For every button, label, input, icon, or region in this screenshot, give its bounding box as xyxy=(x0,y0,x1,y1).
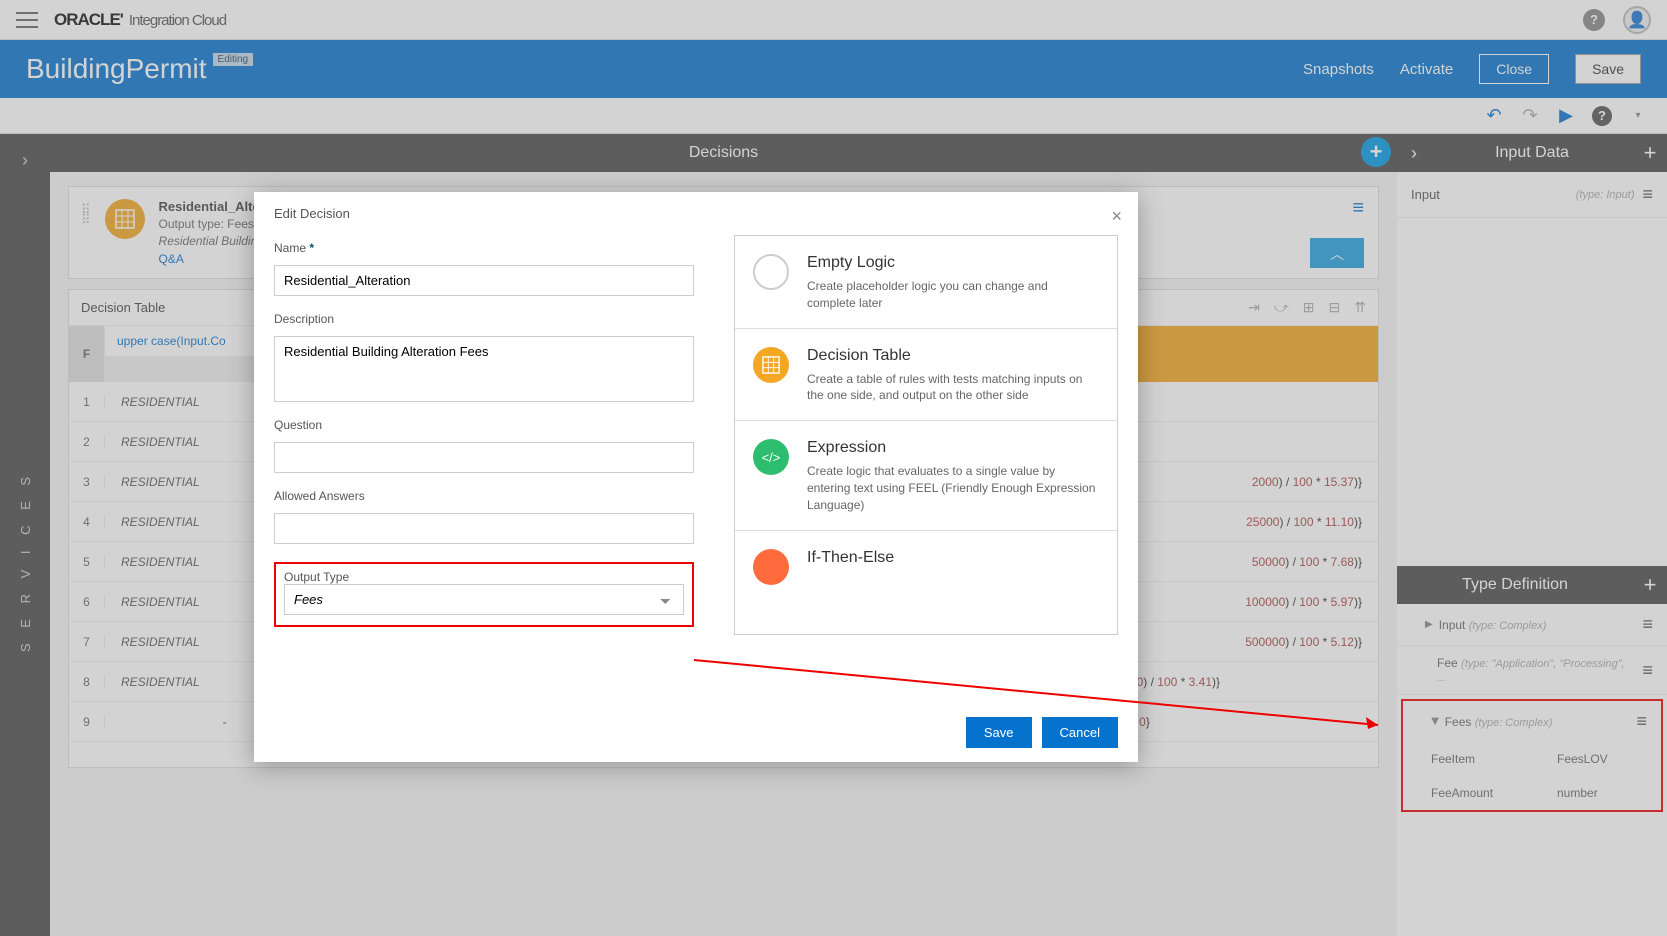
question-input[interactable] xyxy=(274,442,694,473)
modal-cancel-button[interactable]: Cancel xyxy=(1042,717,1118,748)
top-bar: ORACLE'Integration Cloud ? 👤 xyxy=(0,0,1667,40)
description-input[interactable]: Residential Building Alteration Fees xyxy=(274,336,694,402)
caret-down-icon: ▶ xyxy=(1429,718,1440,726)
help2-icon[interactable]: ? xyxy=(1591,105,1613,127)
tb-icon-5[interactable]: ⇈ xyxy=(1354,299,1366,316)
tb-icon-2[interactable]: ⤻ xyxy=(1274,299,1289,316)
avatar[interactable]: 👤 xyxy=(1623,6,1651,34)
row-menu-icon[interactable]: ≡ xyxy=(1636,711,1647,732)
ite-logic-icon xyxy=(753,549,789,585)
fees-type-highlight: ▶ Fees (type: Complex) ≡ FeeItemFeesLOV … xyxy=(1401,699,1663,812)
type-fees-row[interactable]: ▶ Fees (type: Complex) ≡ xyxy=(1403,701,1661,742)
logic-if-then-else[interactable]: If-Then-Else xyxy=(735,531,1117,601)
add-decision-icon[interactable]: + xyxy=(1361,137,1391,167)
toolbar-caret-icon[interactable]: ▾ xyxy=(1627,105,1649,127)
output-type-highlight: Output Type Fees xyxy=(274,562,694,627)
input-row[interactable]: Input (type: Input) ≡ xyxy=(1397,172,1667,218)
save-button[interactable]: Save xyxy=(1575,54,1641,84)
qa-link[interactable]: Q&A xyxy=(159,252,184,266)
logic-type-list[interactable]: Empty LogicCreate placeholder logic you … xyxy=(734,235,1118,635)
right-panel: › Input Data + Input (type: Input) ≡ Typ… xyxy=(1397,134,1667,936)
close-icon[interactable]: × xyxy=(1111,206,1122,227)
type-input-row[interactable]: ▶ Input (type: Complex) ≡ xyxy=(1397,604,1667,646)
snapshots-link[interactable]: Snapshots xyxy=(1303,61,1374,78)
caret-right-icon: ▶ xyxy=(1425,619,1433,630)
rail-expand-icon[interactable]: › xyxy=(22,134,28,187)
input-data-header: › Input Data + xyxy=(1397,134,1667,172)
expression-logic-icon: </> xyxy=(753,439,789,475)
modal-title: Edit Decision xyxy=(254,192,1138,235)
logic-expression[interactable]: </> ExpressionCreate logic that evaluate… xyxy=(735,421,1117,530)
undo-icon[interactable]: ↶ xyxy=(1483,105,1505,127)
toolbar: ↶ ↷ ▶ ? ▾ xyxy=(0,98,1667,134)
rail-label: S E R V I C E S xyxy=(18,187,33,936)
decision-table-icon xyxy=(105,199,145,239)
tb-icon-3[interactable]: ⊞ xyxy=(1303,299,1315,316)
table-toolbar: ⇥ ⤻ ⊞ ⊟ ⇈ xyxy=(1248,299,1366,316)
hamburger-icon[interactable] xyxy=(16,12,38,28)
tb-icon-1[interactable]: ⇥ xyxy=(1248,299,1260,316)
add-type-icon[interactable]: + xyxy=(1633,572,1667,598)
allowed-answers-input[interactable] xyxy=(274,513,694,544)
allowed-answers-label: Allowed Answers xyxy=(274,489,694,503)
decision-menu-icon[interactable]: ≡ xyxy=(1352,197,1364,220)
type-def-header: Type Definition + xyxy=(1397,566,1667,604)
close-button[interactable]: Close xyxy=(1479,54,1549,84)
name-label: Name * xyxy=(274,241,694,255)
output-type-select[interactable]: Fees xyxy=(284,584,684,615)
editing-badge: Editing xyxy=(213,53,254,66)
activate-link[interactable]: Activate xyxy=(1400,61,1453,78)
decision-table-logic-icon xyxy=(753,347,789,383)
add-input-icon[interactable]: + xyxy=(1633,140,1667,166)
question-label: Question xyxy=(274,418,694,432)
decision-rule-button[interactable]: ︿ xyxy=(1310,238,1364,268)
row-menu-icon[interactable]: ≡ xyxy=(1642,660,1653,681)
tb-icon-4[interactable]: ⊟ xyxy=(1329,299,1341,316)
input-data-collapse-icon[interactable]: › xyxy=(1397,143,1431,164)
brand: ORACLE'Integration Cloud xyxy=(54,10,226,30)
logic-empty[interactable]: Empty LogicCreate placeholder logic you … xyxy=(735,236,1117,329)
decision-table-title: Decision Table xyxy=(81,300,165,315)
redo-icon[interactable]: ↷ xyxy=(1519,105,1541,127)
desc-label: Description xyxy=(274,312,694,326)
table-f-cell: F xyxy=(69,326,105,382)
page-title: BuildingPermit xyxy=(26,53,207,85)
edit-decision-modal: Edit Decision × Name * Description Resid… xyxy=(254,192,1138,762)
feeamount-row: FeeAmountnumber xyxy=(1403,776,1661,810)
type-fee-row[interactable]: Fee (type: "Application", "Processing", … xyxy=(1397,646,1667,695)
row-menu-icon[interactable]: ≡ xyxy=(1642,614,1653,635)
logic-decision-table[interactable]: Decision TableCreate a table of rules wi… xyxy=(735,329,1117,422)
decisions-header: Decisions + xyxy=(50,134,1397,172)
row-menu-icon[interactable]: ≡ xyxy=(1642,184,1653,205)
name-input[interactable] xyxy=(274,265,694,296)
empty-logic-icon xyxy=(753,254,789,290)
help-icon[interactable]: ? xyxy=(1583,9,1605,31)
services-rail: › S E R V I C E S xyxy=(0,134,50,936)
play-icon[interactable]: ▶ xyxy=(1555,105,1577,127)
drag-handle-icon[interactable]: ⠿⠿ xyxy=(81,199,91,225)
modal-save-button[interactable]: Save xyxy=(966,717,1032,748)
output-type-label: Output Type xyxy=(284,570,684,584)
blue-bar: BuildingPermit Editing Snapshots Activat… xyxy=(0,40,1667,98)
feeitem-row: FeeItemFeesLOV xyxy=(1403,742,1661,776)
